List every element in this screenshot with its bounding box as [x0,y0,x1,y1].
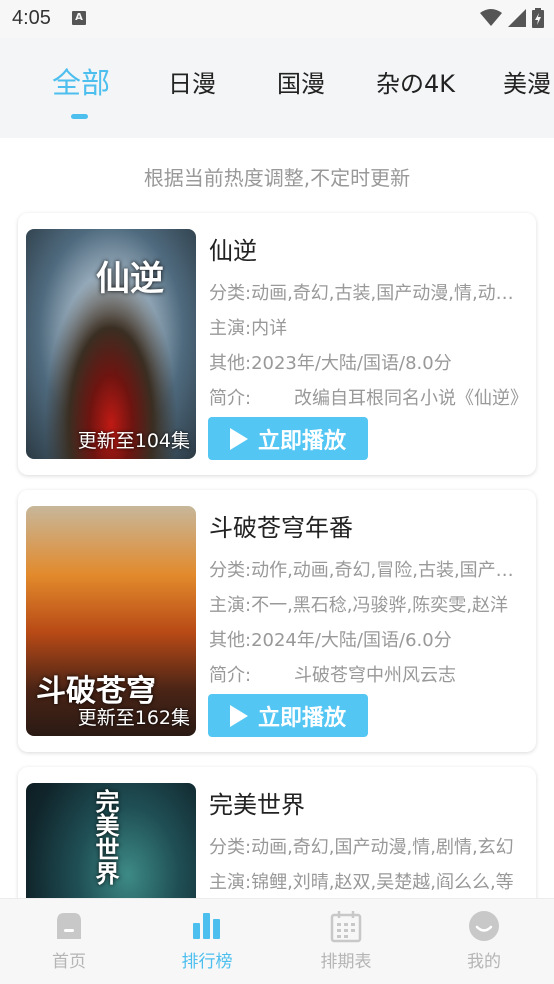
nav-home[interactable]: 首页 [24,909,114,972]
home-icon [57,913,81,939]
notification-icon: A [72,11,86,25]
tab-indicator [71,114,88,119]
episode-badge: 更新至162集 [77,707,190,729]
status-bar: 4:05 A [0,0,554,38]
battery-icon [532,8,544,28]
nav-profile-label: 我的 [467,952,501,972]
anime-title[interactable]: 斗破苍穹年番 [209,508,353,543]
episode-badge: 更新至104集 [77,430,190,452]
anime-card[interactable]: 斗破苍穹 更新至162集 斗破苍穹年番 分类:动作,动画,奇幻,冒险,古装,国产… [18,490,536,752]
nav-profile[interactable]: 我的 [439,909,529,972]
cast-text: 主演:内详 [209,318,288,339]
wifi-icon [480,9,502,26]
intro-text: 简介: 改编自耳根同名小说《仙逆》 [209,384,531,410]
intro-value: 改编自耳根同名小说《仙逆》 [294,388,528,409]
ranking-icon [193,913,220,939]
info-text: 其他:2024年/大陆/国语/6.0分 [209,630,452,651]
play-label: 立即播放 [257,428,346,454]
poster-image[interactable]: 仙逆 更新至104集 [26,229,196,459]
nav-home-label: 首页 [52,952,86,972]
profile-icon [469,911,499,941]
tab-japanese-anime[interactable]: 日漫 [168,64,216,99]
cast-text: 主演:不一,黑石稔,冯骏骅,陈奕雯,赵洋 [209,595,508,616]
tab-american-anime[interactable]: 美漫 [503,64,551,99]
intro-label: 简介: [209,665,252,686]
category-tabs: 全部 日漫 国漫 杂の4K 美漫 [0,38,554,138]
cast-text: 主演:锦鲤,刘晴,赵双,吴楚越,阎么么,等 [209,872,514,893]
calendar-icon [330,911,362,943]
bottom-nav: 首页 排行榜 排期表 我的 [0,898,554,984]
category-text: 分类:动画,奇幻,国产动漫,情,剧情,玄幻 [209,837,514,858]
status-time: 4:05 [12,7,51,29]
intro-label: 简介: [209,388,252,409]
nav-schedule[interactable]: 排期表 [301,909,391,972]
status-icons [480,8,544,28]
intro-text: 简介: 斗破苍穹中州风云志 [209,661,531,687]
anime-card[interactable]: 仙逆 更新至104集 仙逆 分类:动画,奇幻,古装,国产动漫,情,动作,冒险 主… [18,213,536,475]
play-icon [229,427,248,450]
anime-card[interactable]: 完美世界 完美世界 分类:动画,奇幻,国产动漫,情,剧情,玄幻 主演:锦鲤,刘晴… [18,767,536,898]
poster-title-art: 仙逆 [96,259,164,299]
play-button[interactable]: 立即播放 [208,694,368,737]
intro-value: 斗破苍穹中州风云志 [294,665,456,686]
nav-ranking[interactable]: 排行榜 [162,909,252,972]
info-text: 其他:2023年/大陆/国语/8.0分 [209,353,452,374]
play-icon [229,704,248,727]
anime-title[interactable]: 完美世界 [209,785,305,820]
tab-chinese-anime[interactable]: 国漫 [277,64,325,99]
tab-misc-4k[interactable]: 杂の4K [376,64,455,99]
play-label: 立即播放 [257,705,346,731]
nav-ranking-label: 排行榜 [181,952,233,972]
anime-title[interactable]: 仙逆 [209,231,257,266]
ranking-list[interactable]: 根据当前热度调整,不定时更新 仙逆 更新至104集 仙逆 分类:动画,奇幻,古装… [0,138,554,898]
signal-icon [508,9,526,27]
play-button[interactable]: 立即播放 [208,417,368,460]
poster-image[interactable]: 斗破苍穹 更新至162集 [26,506,196,736]
category-text: 分类:动作,动画,奇幻,冒险,古装,国产动漫 [209,560,531,581]
poster-image[interactable]: 完美世界 [26,783,196,898]
poster-title-art: 完美世界 [91,789,120,885]
category-text: 分类:动画,奇幻,古装,国产动漫,情,动作,冒险 [209,283,531,304]
tab-all[interactable]: 全部 [52,60,110,102]
update-notice: 根据当前热度调整,不定时更新 [143,166,411,190]
nav-schedule-label: 排期表 [320,952,372,972]
